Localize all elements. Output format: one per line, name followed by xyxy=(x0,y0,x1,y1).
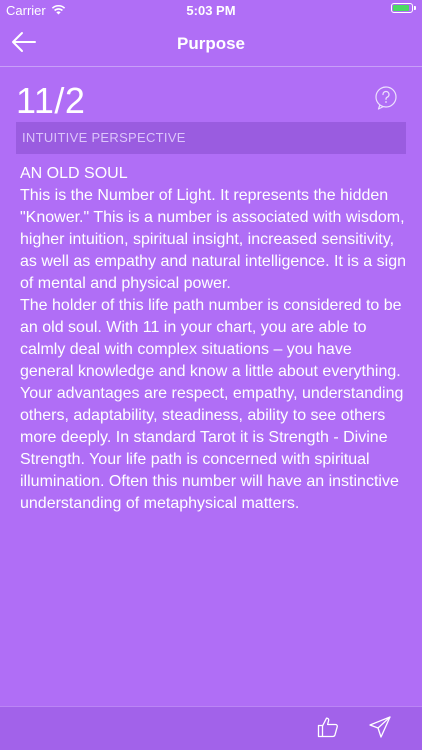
help-button[interactable] xyxy=(374,85,398,115)
battery-tip xyxy=(414,6,416,10)
share-icon xyxy=(368,715,392,744)
content-paragraph: Your advantages are respect, empathy, un… xyxy=(20,385,404,512)
content-body: AN OLD SOUL This is the Number of Light.… xyxy=(20,163,408,515)
thumbs-up-icon xyxy=(316,715,340,744)
content-heading: AN OLD SOUL xyxy=(20,165,128,182)
life-path-number: 11/2 xyxy=(16,80,86,121)
content-paragraph: The holder of this life path number is c… xyxy=(20,297,402,380)
help-icon xyxy=(374,85,398,115)
share-button[interactable] xyxy=(366,715,394,743)
like-button[interactable] xyxy=(314,715,342,743)
content-paragraph: This is the Number of Light. It represen… xyxy=(20,187,406,292)
status-right xyxy=(391,3,416,13)
battery-fill xyxy=(393,5,409,11)
bottom-toolbar xyxy=(0,706,422,750)
nav-bar: Purpose xyxy=(0,22,422,66)
battery-icon xyxy=(391,3,413,13)
status-time: 5:03 PM xyxy=(186,3,236,18)
back-button[interactable] xyxy=(8,28,40,60)
status-bar: Carrier 5:03 PM xyxy=(0,0,422,22)
nav-divider xyxy=(0,66,422,67)
nav-title: Purpose xyxy=(176,34,246,53)
section-banner: INTUITIVE PERSPECTIVE xyxy=(16,122,406,154)
back-arrow-icon xyxy=(11,31,37,58)
